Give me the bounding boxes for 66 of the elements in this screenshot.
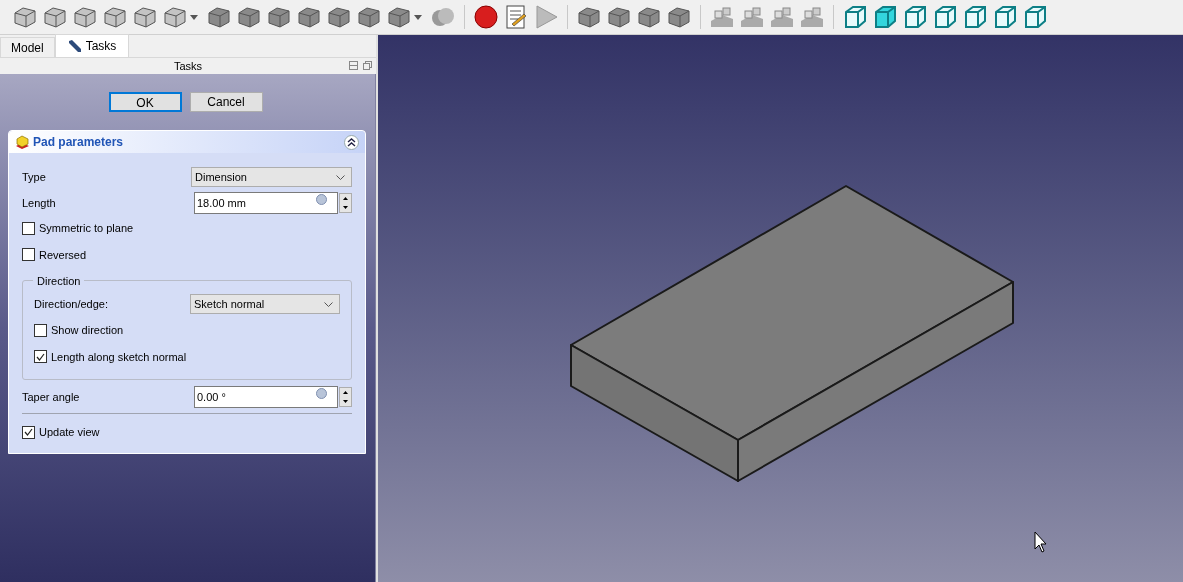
cube-icon[interactable] bbox=[963, 5, 987, 29]
cube-icon[interactable] bbox=[933, 5, 957, 29]
cube-icon[interactable] bbox=[993, 5, 1017, 29]
checkbox[interactable] bbox=[22, 425, 35, 439]
panel-title: Tasks bbox=[173, 58, 203, 74]
cube-icon[interactable] bbox=[873, 5, 897, 29]
ok-button[interactable]: OK bbox=[108, 92, 182, 112]
caret-icon[interactable] bbox=[190, 14, 198, 20]
solid-shape-icon[interactable] bbox=[637, 5, 661, 29]
float-icon[interactable] bbox=[363, 61, 372, 70]
checkbox-label: Reversed bbox=[39, 247, 87, 263]
field-label: Type bbox=[22, 169, 46, 185]
checkbox-label: Symmetric to plane bbox=[39, 221, 134, 236]
dropdown[interactable]: Sketch normal bbox=[190, 294, 340, 314]
checkbox-label: Length along sketch normal bbox=[51, 349, 187, 365]
field-label: Taper angle bbox=[22, 389, 80, 405]
cursor-icon bbox=[1034, 531, 1047, 553]
checkbox[interactable] bbox=[22, 248, 35, 262]
checkbox[interactable] bbox=[22, 221, 35, 235]
chevron-down-icon bbox=[336, 174, 345, 180]
document-pencil-icon[interactable] bbox=[504, 5, 528, 29]
dropdown[interactable]: Dimension bbox=[191, 167, 352, 187]
solid-shape-icon[interactable] bbox=[267, 5, 291, 29]
tab-label[interactable]: Tasks bbox=[85, 37, 117, 55]
solid-shape-icon[interactable] bbox=[237, 5, 261, 29]
solid-shape-icon[interactable] bbox=[43, 5, 67, 29]
pencil-icon bbox=[67, 39, 82, 53]
pad-icon bbox=[15, 134, 30, 150]
collapse-button[interactable] bbox=[344, 134, 359, 150]
cancel-button[interactable]: Cancel bbox=[189, 92, 263, 112]
expression-icon[interactable] bbox=[316, 388, 327, 399]
checkbox-label: Show direction bbox=[51, 323, 124, 338]
solid-shape-icon[interactable] bbox=[73, 5, 97, 29]
solid-shape-icon[interactable] bbox=[667, 5, 691, 29]
cube-icon[interactable] bbox=[1023, 5, 1047, 29]
solid-shape-icon[interactable] bbox=[577, 5, 601, 29]
solid-shape-icon[interactable] bbox=[607, 5, 631, 29]
input-field[interactable]: 0.00 ° bbox=[194, 386, 338, 408]
solid-shape-icon[interactable] bbox=[207, 5, 231, 29]
solid-shape-icon[interactable] bbox=[387, 5, 411, 29]
record-icon[interactable] bbox=[474, 5, 498, 29]
chevron-down-icon bbox=[324, 301, 333, 307]
panel-section-title: Pad parameters bbox=[33, 134, 124, 151]
tab[interactable]: Model bbox=[0, 37, 55, 57]
field-label: Length bbox=[22, 195, 56, 211]
solid-shape-icon[interactable] bbox=[327, 5, 351, 29]
checkbox-label: Update view bbox=[39, 425, 100, 440]
solid-shape-icon[interactable] bbox=[133, 5, 157, 29]
solid-shape-icon[interactable] bbox=[297, 5, 321, 29]
cube-icon[interactable] bbox=[903, 5, 927, 29]
3d-viewport[interactable] bbox=[378, 35, 1183, 582]
caret-icon[interactable] bbox=[414, 14, 422, 20]
tab[interactable]: Tasks bbox=[54, 34, 130, 57]
solid-shape-icon[interactable] bbox=[103, 5, 127, 29]
spin-box-arrows[interactable] bbox=[339, 387, 352, 407]
expression-icon[interactable] bbox=[316, 194, 327, 205]
input-field[interactable]: 18.00 mm bbox=[194, 192, 338, 214]
solid-shape-icon[interactable] bbox=[13, 5, 37, 29]
checkbox[interactable] bbox=[34, 323, 47, 337]
solid-shape-icon[interactable] bbox=[357, 5, 381, 29]
cube-icon[interactable] bbox=[843, 5, 867, 29]
field-label: Direction/edge: bbox=[34, 296, 108, 312]
spin-box-arrows[interactable] bbox=[339, 193, 352, 213]
solid-shape-icon[interactable] bbox=[163, 5, 187, 29]
checkbox[interactable] bbox=[34, 350, 47, 364]
dock-icon[interactable] bbox=[349, 61, 358, 70]
